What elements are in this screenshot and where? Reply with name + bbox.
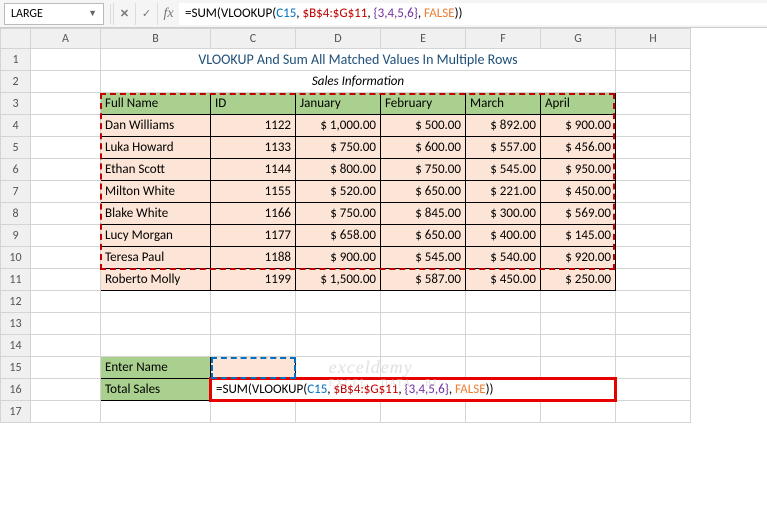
row-header[interactable]: 16	[1, 379, 31, 401]
row-header[interactable]: 14	[1, 335, 31, 357]
data-cell[interactable]: 1188	[211, 247, 296, 269]
column-headers: A B C D E F G H	[1, 29, 691, 49]
table-header[interactable]: Full Name	[101, 93, 211, 115]
formula-bar: LARGE ▼ ✕ ✓ fx =SUM(VLOOKUP(C15, $B$4:$G…	[0, 0, 767, 28]
data-cell[interactable]: $ 950.00	[541, 159, 616, 181]
data-cell[interactable]: Luka Howard	[101, 137, 211, 159]
row-header[interactable]: 5	[1, 137, 31, 159]
data-cell[interactable]: $ 920.00	[541, 247, 616, 269]
row-header[interactable]: 13	[1, 313, 31, 335]
data-cell[interactable]: $ 569.00	[541, 203, 616, 225]
data-cell[interactable]: Roberto Molly	[101, 269, 211, 291]
data-cell[interactable]: Dan Williams	[101, 115, 211, 137]
data-cell[interactable]: $ 900.00	[541, 115, 616, 137]
row-header[interactable]: 6	[1, 159, 31, 181]
data-cell[interactable]: 1122	[211, 115, 296, 137]
formula-text: =SUM(VLOOKUP(C15, $B$4:$G$11, {3,4,5,6},…	[185, 6, 462, 21]
data-cell[interactable]: $ 750.00	[296, 203, 381, 225]
data-cell[interactable]: $ 892.00	[466, 115, 541, 137]
enter-name-label[interactable]: Enter Name	[101, 357, 211, 379]
cell-formula-text: =SUM(VLOOKUP(C15, $B$4:$G$11, {3,4,5,6},…	[216, 382, 493, 397]
enter-name-cell[interactable]	[211, 357, 296, 379]
data-cell[interactable]: $ 545.00	[466, 159, 541, 181]
formula-input[interactable]: =SUM(VLOOKUP(C15, $B$4:$G$11, {3,4,5,6},…	[179, 3, 767, 25]
data-cell[interactable]: $ 450.00	[541, 181, 616, 203]
data-cell[interactable]: $ 658.00	[296, 225, 381, 247]
table-header[interactable]: ID	[211, 93, 296, 115]
data-cell[interactable]: $ 750.00	[381, 159, 466, 181]
col-header[interactable]: E	[381, 29, 466, 49]
data-cell[interactable]: $ 650.00	[381, 181, 466, 203]
data-cell[interactable]: 1133	[211, 137, 296, 159]
data-cell[interactable]: Ethan Scott	[101, 159, 211, 181]
row-header[interactable]: 17	[1, 401, 31, 423]
table-header[interactable]: January	[296, 93, 381, 115]
row-header[interactable]: 7	[1, 181, 31, 203]
col-header[interactable]: A	[31, 29, 101, 49]
data-cell[interactable]: 1144	[211, 159, 296, 181]
row-header[interactable]: 8	[1, 203, 31, 225]
data-cell[interactable]: $ 400.00	[466, 225, 541, 247]
data-cell[interactable]: 1155	[211, 181, 296, 203]
data-cell[interactable]: Milton White	[101, 181, 211, 203]
data-cell[interactable]: $ 450.00	[466, 269, 541, 291]
name-box[interactable]: LARGE ▼	[4, 3, 104, 25]
row-header[interactable]: 9	[1, 225, 31, 247]
col-header[interactable]: G	[541, 29, 616, 49]
col-header[interactable]: H	[616, 29, 691, 49]
row-header[interactable]: 1	[1, 49, 31, 71]
subtitle: Sales Information	[101, 71, 616, 93]
data-cell[interactable]: Blake White	[101, 203, 211, 225]
data-cell[interactable]: $ 800.00	[296, 159, 381, 181]
data-cell[interactable]: Teresa Paul	[101, 247, 211, 269]
data-cell[interactable]: $ 145.00	[541, 225, 616, 247]
fx-button[interactable]: fx	[157, 3, 179, 25]
data-cell[interactable]: $ 587.00	[381, 269, 466, 291]
row-header[interactable]: 12	[1, 291, 31, 313]
name-box-value: LARGE	[11, 7, 43, 21]
table-header[interactable]: April	[541, 93, 616, 115]
data-cell[interactable]: $ 1,000.00	[296, 115, 381, 137]
data-cell[interactable]: 1177	[211, 225, 296, 247]
data-cell[interactable]: $ 500.00	[381, 115, 466, 137]
data-cell[interactable]: $ 557.00	[466, 137, 541, 159]
table-header[interactable]: February	[381, 93, 466, 115]
row-header[interactable]: 2	[1, 71, 31, 93]
cancel-button[interactable]: ✕	[113, 3, 135, 25]
col-header[interactable]: B	[101, 29, 211, 49]
data-cell[interactable]: $ 845.00	[381, 203, 466, 225]
active-formula-cell[interactable]: =SUM(VLOOKUP(C15, $B$4:$G$11, {3,4,5,6},…	[211, 379, 616, 401]
data-cell[interactable]: 1199	[211, 269, 296, 291]
col-header[interactable]: C	[211, 29, 296, 49]
table-header[interactable]: March	[466, 93, 541, 115]
data-cell[interactable]: $ 750.00	[296, 137, 381, 159]
row-header[interactable]: 4	[1, 115, 31, 137]
row-header[interactable]: 10	[1, 247, 31, 269]
row-header[interactable]: 11	[1, 269, 31, 291]
enter-button[interactable]: ✓	[135, 3, 157, 25]
data-cell[interactable]: $ 250.00	[541, 269, 616, 291]
data-cell[interactable]: $ 520.00	[296, 181, 381, 203]
data-cell[interactable]: $ 221.00	[466, 181, 541, 203]
data-cell[interactable]: Lucy Morgan	[101, 225, 211, 247]
col-header[interactable]: D	[296, 29, 381, 49]
data-cell[interactable]: $ 540.00	[466, 247, 541, 269]
data-cell[interactable]: $ 545.00	[381, 247, 466, 269]
select-all-cell[interactable]	[1, 29, 31, 49]
col-header[interactable]: F	[466, 29, 541, 49]
data-cell[interactable]: $ 1,500.00	[296, 269, 381, 291]
spreadsheet-grid[interactable]: A B C D E F G H 1 VLOOKUP And Sum All Ma…	[0, 28, 767, 423]
row-header[interactable]: 15	[1, 357, 31, 379]
data-cell[interactable]: $ 600.00	[381, 137, 466, 159]
name-box-dropdown-icon[interactable]: ▼	[88, 8, 97, 19]
data-cell[interactable]: $ 900.00	[296, 247, 381, 269]
data-cell[interactable]: 1166	[211, 203, 296, 225]
row-header[interactable]: 3	[1, 93, 31, 115]
total-sales-label[interactable]: Total Sales	[101, 379, 211, 401]
data-cell[interactable]: $ 456.00	[541, 137, 616, 159]
data-cell[interactable]: $ 300.00	[466, 203, 541, 225]
page-title: VLOOKUP And Sum All Matched Values In Mu…	[101, 49, 616, 71]
data-cell[interactable]: $ 650.00	[381, 225, 466, 247]
